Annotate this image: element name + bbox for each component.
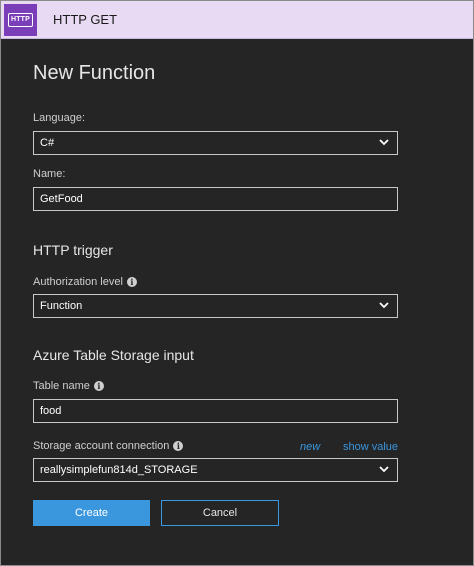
http-badge: HTTP — [8, 13, 33, 27]
create-button[interactable]: Create — [33, 500, 150, 526]
chevron-down-icon — [379, 302, 389, 309]
authorization-level-text: Authorization level — [33, 276, 123, 288]
show-value-link[interactable]: show value — [343, 441, 398, 453]
page-title: New Function — [33, 62, 156, 84]
cancel-button[interactable]: Cancel — [161, 500, 279, 526]
chevron-down-icon — [379, 466, 389, 473]
chevron-down-icon — [379, 139, 389, 146]
info-icon[interactable]: i — [126, 277, 137, 287]
name-input[interactable] — [33, 187, 398, 211]
authorization-level-select[interactable]: Function — [33, 294, 398, 318]
table-name-input[interactable] — [33, 399, 398, 423]
header-title: HTTP GET — [53, 12, 118, 27]
new-connection-link[interactable]: new — [300, 441, 320, 453]
storage-connection-label: Storage account connection i — [33, 440, 184, 452]
table-name-label: Table name i — [33, 380, 104, 392]
authorization-level-label: Authorization level i — [33, 276, 137, 288]
storage-connection-value: reallysimplefun814d_STORAGE — [40, 464, 198, 476]
name-label: Name: — [33, 168, 66, 180]
authorization-level-value: Function — [40, 300, 83, 312]
table-storage-heading: Azure Table Storage input — [33, 347, 194, 363]
language-select[interactable]: C# — [33, 131, 398, 155]
storage-connection-select[interactable]: reallysimplefun814d_STORAGE — [33, 458, 398, 482]
http-trigger-icon: HTTP — [4, 4, 37, 36]
header-bar: HTTP HTTP GET — [1, 1, 473, 39]
http-trigger-heading: HTTP trigger — [33, 242, 113, 258]
table-name-text: Table name — [33, 380, 90, 392]
info-icon[interactable]: i — [93, 381, 104, 391]
storage-connection-text: Storage account connection — [33, 440, 170, 452]
new-function-panel: HTTP HTTP GET New Function Language: C# … — [0, 0, 474, 566]
language-label: Language: — [33, 112, 85, 124]
language-value: C# — [40, 137, 55, 149]
info-icon[interactable]: i — [173, 441, 184, 451]
